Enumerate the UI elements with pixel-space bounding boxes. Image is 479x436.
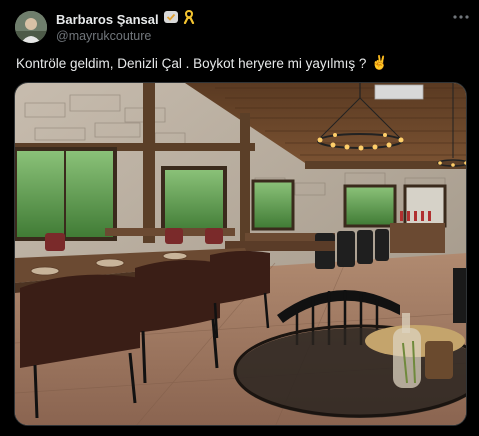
victory-hand-emoji: ✌️ <box>371 55 389 70</box>
yellow-ribbon-icon <box>183 9 195 29</box>
tweet-text: Kontröle geldim, Denizli Çal . Boykot he… <box>16 55 388 71</box>
avatar[interactable] <box>15 11 47 43</box>
author-handle[interactable]: @mayrukcouture <box>56 29 151 43</box>
tweet[interactable]: Barbaros Şansal @mayrukcouture Kontröle … <box>0 0 479 436</box>
author-name-row: Barbaros Şansal <box>56 9 195 29</box>
tweet-photo[interactable] <box>14 82 467 426</box>
more-dots-icon[interactable] <box>450 8 472 26</box>
display-name[interactable]: Barbaros Şansal <box>56 12 159 27</box>
verified-icon[interactable] <box>163 10 179 29</box>
restaurant-photo <box>15 83 466 425</box>
tweet-body: Kontröle geldim, Denizli Çal . Boykot he… <box>16 55 367 71</box>
